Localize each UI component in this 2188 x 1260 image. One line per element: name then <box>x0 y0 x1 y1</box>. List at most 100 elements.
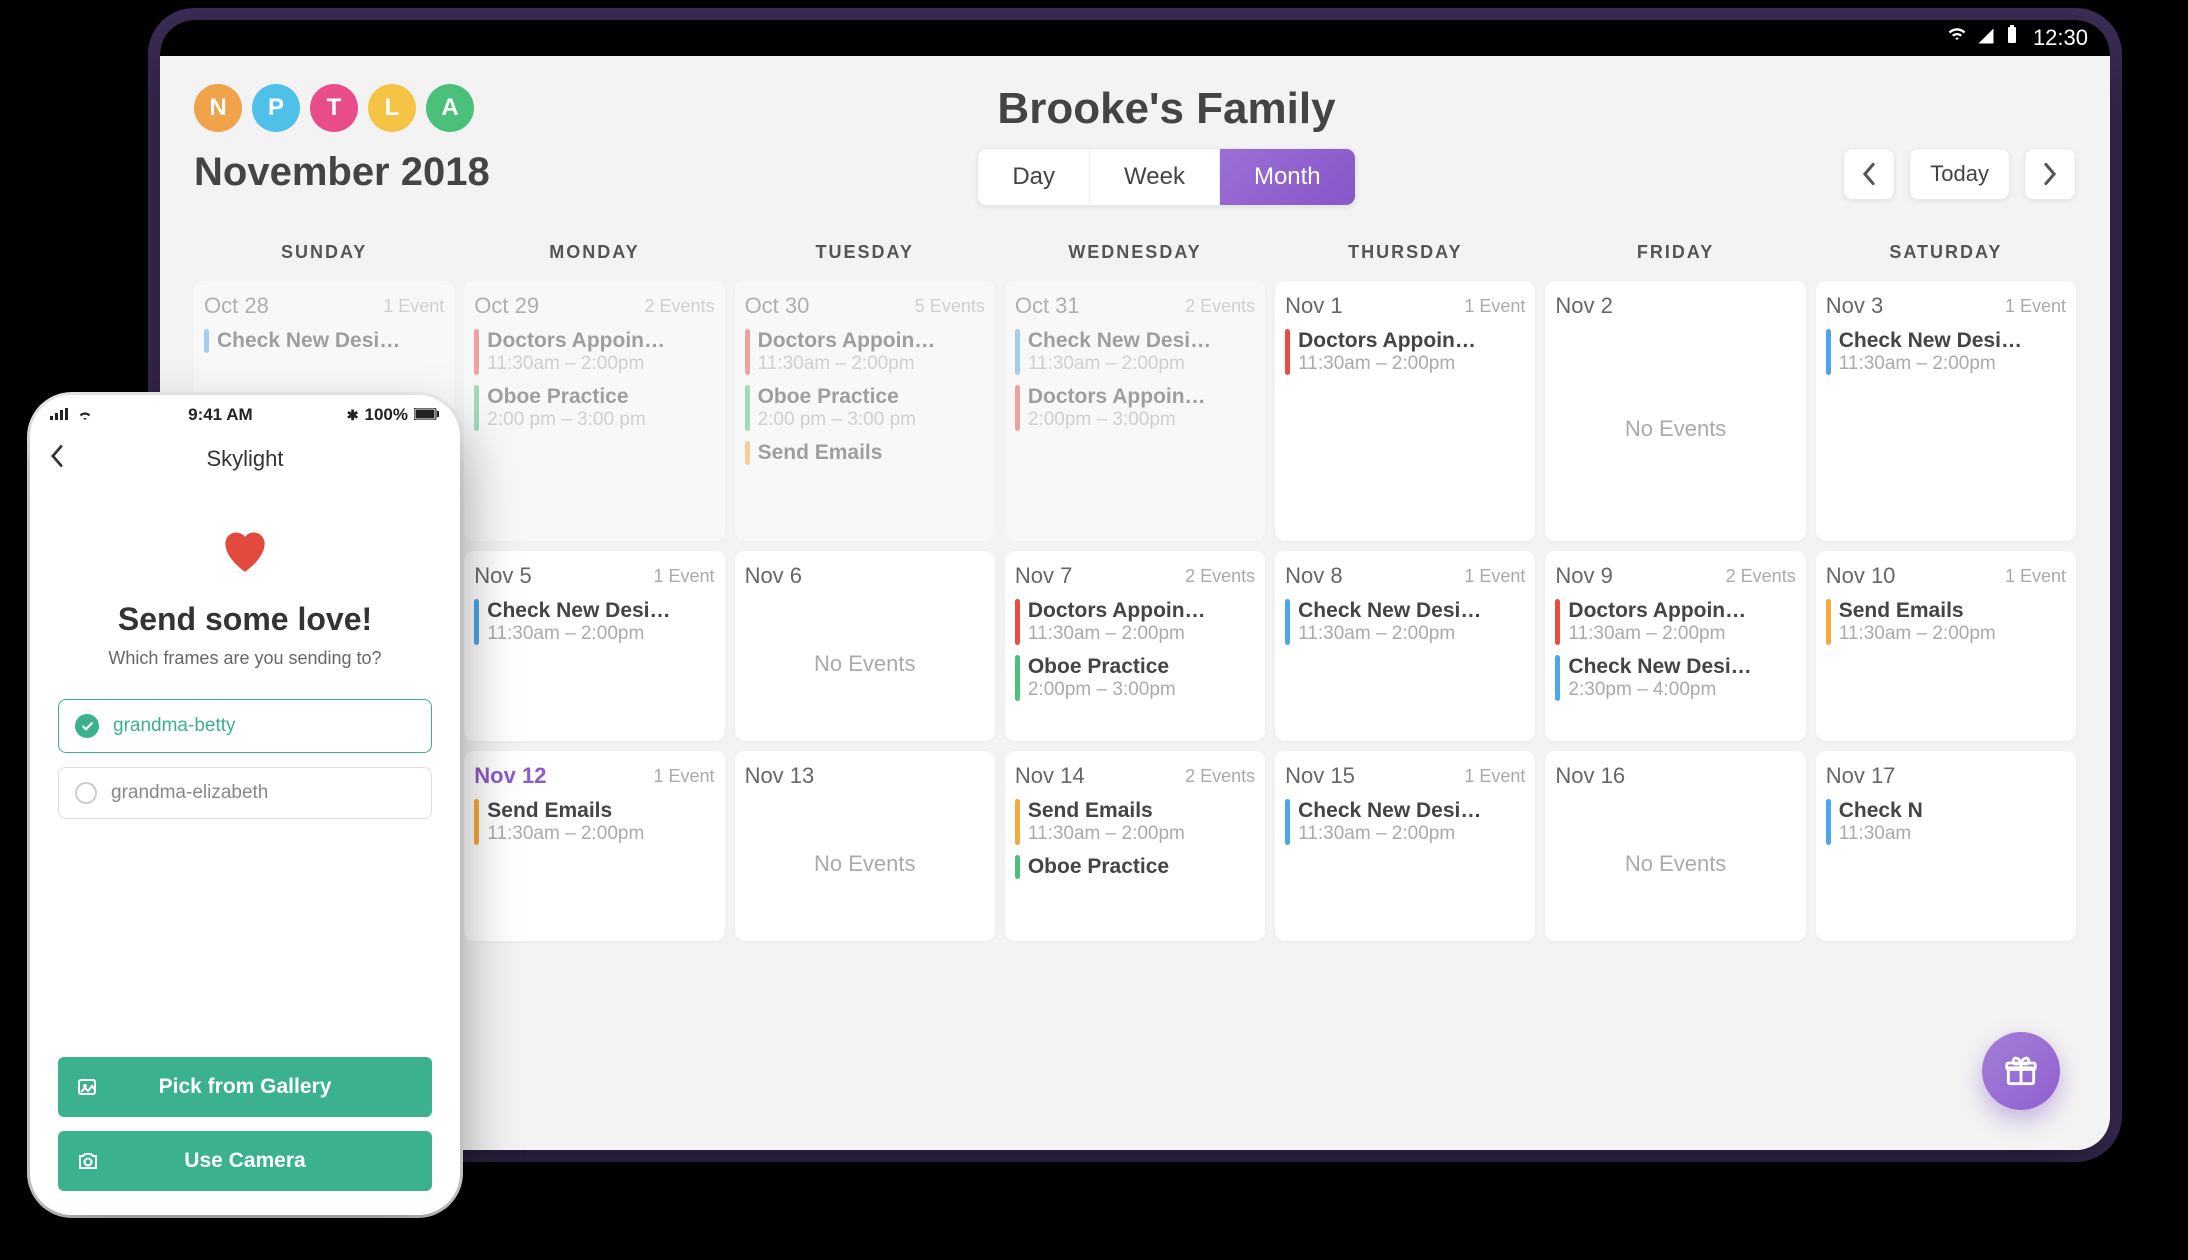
status-time: 9:41 AM <box>188 405 253 425</box>
camera-icon <box>76 1149 100 1173</box>
event-item[interactable]: Oboe Practice2:00pm – 3:00pm <box>1015 655 1255 701</box>
event-color-bar <box>745 385 750 431</box>
status-time: 12:30 <box>2033 25 2088 51</box>
today-button[interactable]: Today <box>1909 148 2010 200</box>
status-icons <box>1947 25 2019 51</box>
event-count: 1 Event <box>1464 296 1525 317</box>
event-item[interactable]: Doctors Appoin…2:00pm – 3:00pm <box>1015 385 1255 431</box>
day-cell[interactable]: Nov 17Check N11:30am <box>1816 751 2076 941</box>
event-time: 2:30pm – 4:00pm <box>1568 679 1795 701</box>
event-title: Send Emails <box>1839 599 2066 623</box>
avatar[interactable]: N <box>194 84 242 132</box>
day-cell[interactable]: Nov 72 EventsDoctors Appoin…11:30am – 2:… <box>1005 551 1265 741</box>
day-cell[interactable]: Nov 6No Events <box>735 551 995 741</box>
event-item[interactable]: Check New Desi… <box>204 329 444 353</box>
day-cell[interactable]: Nov 151 EventCheck New Desi…11:30am – 2:… <box>1275 751 1535 941</box>
event-item[interactable]: Oboe Practice2:00 pm – 3:00 pm <box>474 385 714 431</box>
event-item[interactable]: Check New Desi…2:30pm – 4:00pm <box>1555 655 1795 701</box>
event-item[interactable]: Oboe Practice <box>1015 855 1255 879</box>
event-title: Send Emails <box>1028 799 1255 823</box>
event-title: Doctors Appoin… <box>1028 599 1255 623</box>
event-title: Doctors Appoin… <box>1028 385 1255 409</box>
event-color-bar <box>1285 799 1290 845</box>
avatar[interactable]: P <box>252 84 300 132</box>
phone-actions: Pick from Gallery Use Camera <box>58 1057 432 1191</box>
event-count: 1 Event <box>654 766 715 787</box>
day-date: Nov 14 <box>1015 763 1085 789</box>
event-color-bar <box>474 385 479 431</box>
day-cell[interactable]: Oct 305 EventsDoctors Appoin…11:30am – 2… <box>735 281 995 541</box>
event-title: Check New Desi… <box>1028 329 1255 353</box>
gift-fab[interactable] <box>1982 1032 2060 1110</box>
event-item[interactable]: Send Emails11:30am – 2:00pm <box>1015 799 1255 845</box>
day-cell[interactable]: Nov 92 EventsDoctors Appoin…11:30am – 2:… <box>1545 551 1805 741</box>
event-item[interactable]: Check New Desi…11:30am – 2:00pm <box>1015 329 1255 375</box>
day-cell[interactable]: Nov 16No Events <box>1545 751 1805 941</box>
day-cell[interactable]: Nov 101 EventSend Emails11:30am – 2:00pm <box>1816 551 2076 741</box>
heart-icon <box>218 522 272 587</box>
view-tab-day[interactable]: Day <box>978 149 1090 205</box>
day-cell[interactable]: Nov 142 EventsSend Emails11:30am – 2:00p… <box>1005 751 1265 941</box>
event-item[interactable]: Doctors Appoin…11:30am – 2:00pm <box>745 329 985 375</box>
view-tab-week[interactable]: Week <box>1090 149 1220 205</box>
frame-option[interactable]: grandma-betty <box>58 699 432 753</box>
event-item[interactable]: Check New Desi…11:30am – 2:00pm <box>1285 599 1525 645</box>
event-item[interactable]: Check New Desi…11:30am – 2:00pm <box>1285 799 1525 845</box>
day-cell[interactable]: Nov 81 EventCheck New Desi…11:30am – 2:0… <box>1275 551 1535 741</box>
nav-controls: Today <box>1843 148 2076 200</box>
radio-icon <box>75 782 97 804</box>
event-item[interactable]: Doctors Appoin…11:30am – 2:00pm <box>474 329 714 375</box>
event-item[interactable]: Doctors Appoin…11:30am – 2:00pm <box>1285 329 1525 375</box>
weekday-label: FRIDAY <box>1545 234 1805 271</box>
event-color-bar <box>1285 329 1290 375</box>
pick-gallery-button[interactable]: Pick from Gallery <box>58 1057 432 1117</box>
view-tab-month[interactable]: Month <box>1220 149 1355 205</box>
day-date: Oct 30 <box>745 293 810 319</box>
event-time: 11:30am – 2:00pm <box>1298 823 1525 845</box>
day-cell[interactable]: Nov 121 EventSend Emails11:30am – 2:00pm <box>464 751 724 941</box>
event-title: Check New Desi… <box>217 329 444 353</box>
event-item[interactable]: Doctors Appoin…11:30am – 2:00pm <box>1555 599 1795 645</box>
event-count: 2 Events <box>1185 566 1255 587</box>
day-cell[interactable]: Nov 11 EventDoctors Appoin…11:30am – 2:0… <box>1275 281 1535 541</box>
event-time: 11:30am – 2:00pm <box>1839 623 2066 645</box>
event-title: Check New Desi… <box>1298 799 1525 823</box>
event-count: 2 Events <box>645 296 715 317</box>
day-cell[interactable]: Oct 312 EventsCheck New Desi…11:30am – 2… <box>1005 281 1265 541</box>
page-title: Brooke's Family <box>490 84 1844 134</box>
day-cell[interactable]: Oct 292 EventsDoctors Appoin…11:30am – 2… <box>464 281 724 541</box>
frame-option[interactable]: grandma-elizabeth <box>58 767 432 819</box>
weekday-label: SATURDAY <box>1816 234 2076 271</box>
event-time: 2:00 pm – 3:00 pm <box>758 409 985 431</box>
day-date: Nov 3 <box>1826 293 1883 319</box>
event-color-bar <box>1826 329 1831 375</box>
event-item[interactable]: Send Emails <box>745 441 985 465</box>
battery-percent: 100% <box>365 405 408 425</box>
day-cell[interactable]: Nov 2No Events <box>1545 281 1805 541</box>
calendar-grid: Oct 281 EventCheck New Desi…Oct 292 Even… <box>194 281 2076 941</box>
next-button[interactable] <box>2024 148 2076 200</box>
day-cell[interactable]: Nov 31 EventCheck New Desi…11:30am – 2:0… <box>1816 281 2076 541</box>
event-item[interactable]: Send Emails11:30am – 2:00pm <box>474 799 714 845</box>
event-time: 11:30am – 2:00pm <box>1028 623 1255 645</box>
avatar[interactable]: A <box>426 84 474 132</box>
day-cell[interactable]: Nov 13No Events <box>735 751 995 941</box>
event-item[interactable]: Check New Desi…11:30am – 2:00pm <box>1826 329 2066 375</box>
event-item[interactable]: Check New Desi…11:30am – 2:00pm <box>474 599 714 645</box>
event-color-bar <box>1015 599 1020 645</box>
event-color-bar <box>204 329 209 353</box>
event-item[interactable]: Check N11:30am <box>1826 799 2066 845</box>
event-item[interactable]: Oboe Practice2:00 pm – 3:00 pm <box>745 385 985 431</box>
use-camera-button[interactable]: Use Camera <box>58 1131 432 1191</box>
event-item[interactable]: Doctors Appoin…11:30am – 2:00pm <box>1015 599 1255 645</box>
event-time: 11:30am – 2:00pm <box>487 823 714 845</box>
avatar[interactable]: T <box>310 84 358 132</box>
event-item[interactable]: Send Emails11:30am – 2:00pm <box>1826 599 2066 645</box>
event-count: 1 Event <box>1464 766 1525 787</box>
event-count: 2 Events <box>1185 296 1255 317</box>
day-date: Nov 13 <box>745 763 815 789</box>
day-cell[interactable]: Nov 51 EventCheck New Desi…11:30am – 2:0… <box>464 551 724 741</box>
prev-button[interactable] <box>1843 148 1895 200</box>
avatar[interactable]: L <box>368 84 416 132</box>
send-heading: Send some love! <box>118 601 372 638</box>
